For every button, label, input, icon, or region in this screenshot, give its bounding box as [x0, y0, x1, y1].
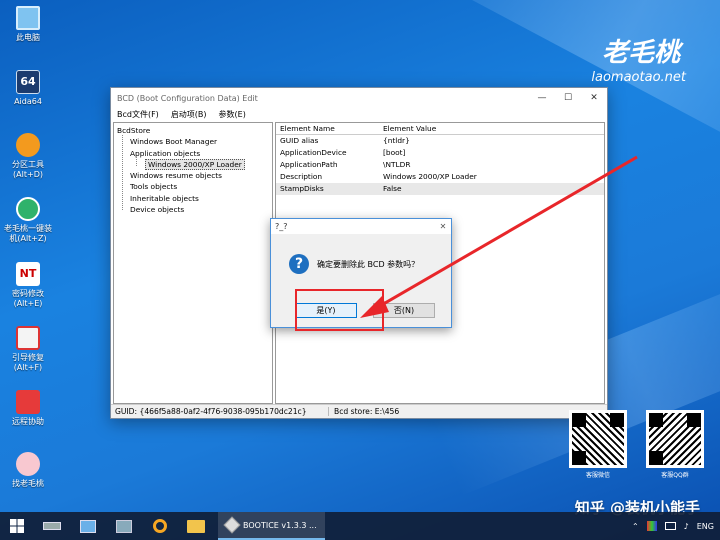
desktop-icon-installer[interactable]: 老毛桃一键装 机(Alt+Z) — [2, 197, 54, 244]
tree-item-tools-objects[interactable]: Tools objects — [117, 181, 269, 192]
table-row[interactable]: ApplicationDevice [boot] — [276, 147, 604, 159]
element-value-cell: \NTLDR — [383, 160, 411, 169]
taskbar-app-label: BOOTICE v1.3.3 ... — [243, 520, 317, 530]
desktop-icon-label: 找老毛桃 — [12, 479, 44, 488]
tray-up-arrow-icon[interactable]: ⌃ — [632, 522, 639, 531]
desktop-icon-remote-assist[interactable]: 远程协助 — [2, 390, 54, 427]
boot-repair-icon — [16, 326, 40, 350]
status-bcd-store: Bcd store: E:\456 — [334, 407, 400, 416]
tray-language[interactable]: ENG — [697, 522, 714, 531]
desktop-icon-label: 此电脑 — [16, 33, 40, 42]
tree-item-bcdstore[interactable]: BcdStore — [117, 125, 269, 136]
bootice-icon — [223, 516, 241, 534]
taskbar: BOOTICE v1.3.3 ... ⌃ ♪ ENG — [0, 512, 720, 540]
desktop-icon-label: 远程协助 — [12, 417, 44, 426]
menu-parameters[interactable]: 参数(E) — [219, 109, 246, 120]
brand-url: laomaotao.net — [591, 70, 686, 85]
dialog-message: 确定要删除此 BCD 参数吗？ — [317, 259, 420, 269]
tree-item-xp-loader[interactable]: Windows 2000/XP Loader — [117, 158, 269, 170]
window-titlebar: BCD (Boot Configuration Data) Edit — ☐ ✕ — [111, 88, 607, 108]
computer-icon — [16, 6, 40, 30]
desktop-icon-computer[interactable]: 此电脑 — [2, 6, 54, 43]
menu-boot-entry[interactable]: 启动项(B) — [171, 109, 207, 120]
bcd-tree: BcdStore Windows Boot Manager Applicatio… — [113, 122, 273, 404]
desktop-icon-label: 引导修复 (Alt+F) — [12, 353, 44, 372]
dialog-title: ?_? — [275, 222, 288, 231]
column-header-value[interactable]: Element Value — [379, 123, 604, 134]
tree-item-windows-boot-manager[interactable]: Windows Boot Manager — [117, 136, 269, 147]
table-row[interactable]: ApplicationPath \NTLDR — [276, 159, 604, 171]
tree-item-resume-objects[interactable]: Windows resume objects — [117, 170, 269, 181]
annotation-highlight-box — [295, 289, 384, 331]
tree-item-inheritable-objects[interactable]: Inheritable objects — [117, 193, 269, 204]
taskbar-network-icon[interactable] — [106, 512, 142, 540]
desktop-icon-label: Aida64 — [14, 97, 42, 106]
element-value-cell: False — [383, 184, 402, 193]
remote-assist-icon — [16, 390, 40, 414]
table-row[interactable]: Description Windows 2000/XP Loader — [276, 171, 604, 183]
table-row[interactable]: GUID alias {ntldr} — [276, 135, 604, 147]
desktop-icon-label: 老毛桃一键装 机(Alt+Z) — [4, 224, 52, 243]
desktop-icon-aida64[interactable]: 64 Aida64 — [2, 70, 54, 107]
status-guid: GUID: {466f5a88-0af2-4f76-9038-095b170dc… — [111, 407, 329, 416]
tree-item-application-objects[interactable]: Application objects — [117, 148, 269, 159]
menu-bcd-file[interactable]: Bcd文件(F) — [117, 109, 159, 120]
element-name-cell: StampDisks — [280, 184, 324, 193]
qr-caption: 客服QQ群 — [661, 472, 689, 479]
element-name-cell: ApplicationPath — [280, 160, 338, 169]
menu-bar: Bcd文件(F) 启动项(B) 参数(E) — [111, 108, 607, 121]
element-value-cell: Windows 2000/XP Loader — [383, 172, 477, 181]
qr-caption: 客服微信 — [585, 472, 610, 479]
desktop-icon-password-tool[interactable]: NT 密码修改 (Alt+E) — [2, 262, 54, 309]
laomaotao-icon — [16, 452, 40, 476]
maximize-icon[interactable]: ☐ — [555, 88, 581, 108]
windows-logo-icon — [10, 519, 24, 533]
window-title: BCD (Boot Configuration Data) Edit — [117, 93, 258, 103]
taskbar-chip-icon[interactable] — [34, 512, 70, 540]
tree-item-label: Windows 2000/XP Loader — [145, 158, 245, 170]
aida64-icon: 64 — [16, 70, 40, 94]
brand-logo: 老毛桃 — [601, 38, 680, 68]
start-button[interactable] — [0, 512, 34, 540]
taskbar-folder-icon[interactable] — [178, 512, 214, 540]
partition-tool-icon — [16, 133, 40, 157]
desktop-icon-label: 密码修改 (Alt+E) — [12, 289, 44, 308]
tray-display-icon[interactable] — [664, 522, 676, 530]
element-value-cell: {ntldr} — [383, 136, 410, 145]
tree-item-device-objects[interactable]: Device objects — [117, 204, 269, 215]
table-row[interactable]: StampDisks False — [276, 183, 604, 195]
desktop-icon-laomaotao[interactable]: 找老毛桃 — [2, 452, 54, 489]
close-icon[interactable]: ✕ — [581, 88, 607, 108]
qr-wechat: 客服微信 — [569, 410, 627, 479]
system-tray: ⌃ ♪ ENG — [632, 521, 720, 531]
grid-header: Element Name Element Value — [276, 123, 604, 135]
element-value-cell: [boot] — [383, 148, 406, 157]
tray-volume-icon[interactable]: ♪ — [684, 522, 689, 531]
taskbar-bootice-app[interactable]: BOOTICE v1.3.3 ... — [218, 512, 325, 540]
column-header-name[interactable]: Element Name — [276, 123, 379, 134]
question-icon: ? — [289, 254, 309, 274]
element-name-cell: GUID alias — [280, 136, 319, 145]
dialog-close-icon[interactable]: ✕ — [435, 222, 451, 231]
status-bar: GUID: {466f5a88-0af2-4f76-9038-095b170dc… — [111, 404, 607, 418]
password-tool-icon: NT — [16, 262, 40, 286]
desktop-icon-partition-tool[interactable]: 分区工具 (Alt+D) — [2, 133, 54, 180]
qr-code-image — [646, 410, 704, 468]
qr-code-image — [569, 410, 627, 468]
installer-icon — [16, 197, 40, 221]
taskbar-search-tool-icon[interactable] — [142, 512, 178, 540]
desktop-icon-boot-repair[interactable]: 引导修复 (Alt+F) — [2, 326, 54, 373]
minimize-icon[interactable]: — — [529, 88, 555, 108]
qr-qq-group: 客服QQ群 — [646, 410, 704, 479]
tray-color-icon[interactable] — [646, 521, 657, 531]
desktop-icon-label: 分区工具 (Alt+D) — [12, 160, 44, 179]
element-name-cell: Description — [280, 172, 323, 181]
dialog-titlebar: ?_? ✕ — [271, 219, 451, 234]
element-name-cell: ApplicationDevice — [280, 148, 347, 157]
taskbar-computer-icon[interactable] — [70, 512, 106, 540]
